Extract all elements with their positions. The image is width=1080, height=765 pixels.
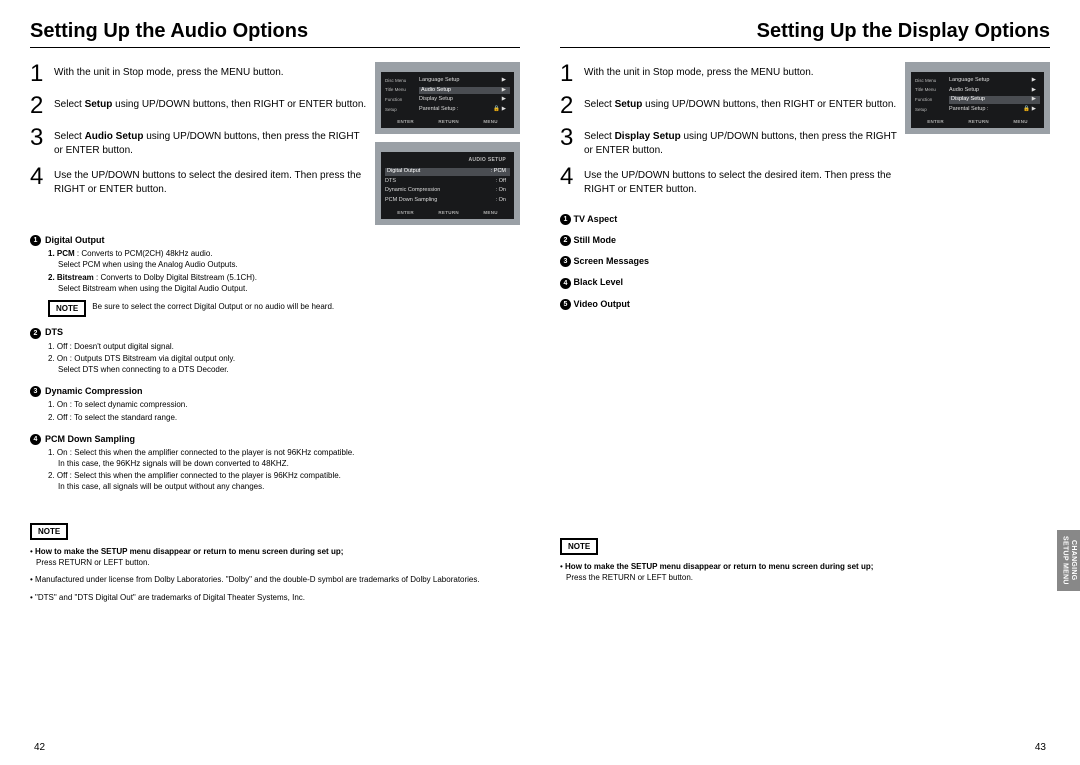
osd-audio-setup: AUDIO SETUP Digital Output: PCM DTS: Off… (375, 142, 520, 225)
right-page: Setting Up the Display Options 1With the… (560, 20, 1050, 609)
left-page: Setting Up the Audio Options 1 With the … (30, 20, 520, 609)
step-1: 1 With the unit in Stop mode, press the … (30, 62, 367, 86)
opt-dynamic-compression: 3Dynamic Compression (30, 386, 520, 397)
opt-dts: 2DTS (30, 327, 520, 338)
step-3: 3 Select Audio Setup using UP/DOWN butto… (30, 126, 367, 157)
page-title: Setting Up the Display Options (560, 20, 1050, 48)
step-4: 4 Use the UP/DOWN buttons to select the … (30, 165, 367, 196)
steps-block: 1 With the unit in Stop mode, press the … (30, 62, 520, 225)
footnote-right: NOTE How to make the SETUP menu disappea… (560, 538, 1050, 583)
note-digital-output: NOTE Be sure to select the correct Digit… (48, 300, 520, 317)
display-options-list: 1 TV Aspect 2 Still Mode 3 Screen Messag… (560, 214, 1050, 310)
opt-digital-output: 1Digital Output (30, 235, 520, 246)
opt-pcm-downsampling: 4PCM Down Sampling (30, 434, 520, 445)
osd-setup-menu: Disc MenuLanguage Setup▶ Title MenuAudio… (905, 62, 1050, 134)
page-number-right: 43 (1035, 742, 1046, 753)
osd-setup-menu: Disc MenuLanguage Setup▶ Title MenuAudio… (375, 62, 520, 134)
steps-block: 1With the unit in Stop mode, press the M… (560, 62, 1050, 204)
page-number-left: 42 (34, 742, 45, 753)
section-tab: CHANGINGSETUP MENU (1057, 530, 1080, 591)
footnote-left: NOTE How to make the SETUP menu disappea… (30, 523, 520, 603)
audio-options-list: 1Digital Output 1. PCM : Converts to PCM… (30, 235, 520, 493)
step-2: 2 Select Setup using UP/DOWN buttons, th… (30, 94, 367, 118)
page-title: Setting Up the Audio Options (30, 20, 520, 48)
